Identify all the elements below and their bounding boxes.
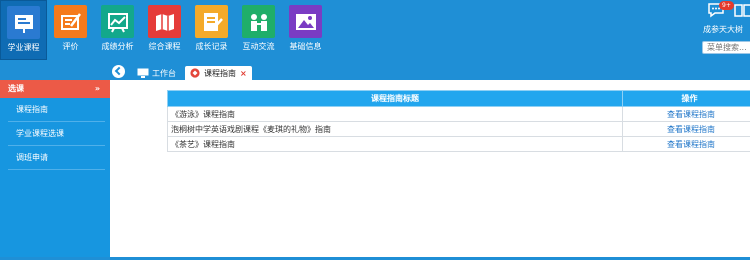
nav-label: 综合课程	[148, 42, 181, 51]
sidebar: 选课 » 课程指南 学业课程选课 调班申请	[0, 80, 110, 260]
people-icon	[242, 5, 275, 38]
sidebar-item-class-transfer[interactable]: 调班申请	[8, 146, 105, 170]
column-header-action: 操作	[622, 90, 750, 107]
nav-label: 成长记录	[195, 42, 228, 51]
guide-icon	[190, 68, 200, 78]
tab-course-guide[interactable]: 课程指南 ×	[185, 66, 252, 80]
tab-label: 课程指南	[204, 68, 236, 78]
nav-item-academic-courses[interactable]: 学业课程	[0, 0, 47, 60]
close-icon[interactable]: ×	[240, 69, 247, 78]
nav-item-grade-analysis[interactable]: 成绩分析	[94, 0, 141, 60]
collapse-chevron-icon[interactable]: »	[95, 80, 100, 98]
nav-item-evaluation[interactable]: 评价	[47, 0, 94, 60]
main-nav: 学业课程 评价 成绩分析 综合课程 成长记录 互动交流 基础信息	[0, 0, 329, 64]
nav-item-growth-records[interactable]: 成长记录	[188, 0, 235, 60]
view-guide-link[interactable]: 查看课程指南	[622, 136, 750, 152]
sidebar-item-course-selection[interactable]: 学业课程选课	[8, 122, 105, 146]
table-row: 《茶艺》课程指南 查看课程指南	[167, 136, 750, 152]
nav-label: 成绩分析	[101, 42, 134, 51]
guide-title-cell: 泡桐树中学英语戏剧课程《麦琪的礼物》指南	[167, 121, 623, 137]
image-icon	[289, 5, 322, 38]
book-icon[interactable]	[733, 2, 750, 18]
menu-search-input[interactable]	[702, 41, 750, 54]
tab-strip: 工作台 课程指南 ×	[0, 64, 750, 80]
monitor-icon	[137, 68, 149, 78]
sidebar-section-header[interactable]: 选课 »	[0, 80, 110, 98]
user-name[interactable]: 成参天大树	[703, 24, 743, 35]
nav-item-interaction[interactable]: 互动交流	[235, 0, 282, 60]
board-icon	[7, 6, 40, 39]
nav-label: 基础信息	[289, 42, 322, 51]
main-content: 课程指南标题 操作 《游泳》课程指南 查看课程指南 泡桐树中学英语戏剧课程《麦琪…	[110, 80, 750, 260]
view-guide-link[interactable]: 查看课程指南	[622, 121, 750, 137]
sidebar-section-title: 选课	[8, 84, 24, 93]
nav-item-basic-info[interactable]: 基础信息	[282, 0, 329, 60]
table-row: 《游泳》课程指南 查看课程指南	[167, 106, 750, 122]
header-tools: 9+ 成参天大树	[700, 0, 750, 64]
guide-title-cell: 《游泳》课程指南	[167, 106, 623, 122]
tab-workbench[interactable]: 工作台	[133, 66, 180, 80]
notebook-icon	[195, 5, 228, 38]
edit-icon	[54, 5, 87, 38]
view-guide-link[interactable]: 查看课程指南	[622, 106, 750, 122]
nav-label: 学业课程	[7, 43, 40, 52]
tab-label: 工作台	[152, 68, 176, 78]
chart-icon	[101, 5, 134, 38]
top-bar: 学业课程 评价 成绩分析 综合课程 成长记录 互动交流 基础信息 9+ 成参天大…	[0, 0, 750, 64]
nav-label: 互动交流	[242, 42, 275, 51]
notification-badge: 9+	[719, 1, 734, 10]
sidebar-item-course-guide[interactable]: 课程指南	[8, 98, 105, 122]
map-icon	[148, 5, 181, 38]
column-header-title: 课程指南标题	[167, 90, 623, 107]
nav-item-comprehensive-courses[interactable]: 综合课程	[141, 0, 188, 60]
table-row: 泡桐树中学英语戏剧课程《麦琪的礼物》指南 查看课程指南	[167, 121, 750, 137]
guide-title-cell: 《茶艺》课程指南	[167, 136, 623, 152]
table-header-row: 课程指南标题 操作	[167, 90, 750, 107]
course-guide-table: 课程指南标题 操作 《游泳》课程指南 查看课程指南 泡桐树中学英语戏剧课程《麦琪…	[167, 90, 750, 152]
nav-label: 评价	[62, 42, 79, 51]
back-arrow-icon[interactable]	[112, 65, 125, 78]
